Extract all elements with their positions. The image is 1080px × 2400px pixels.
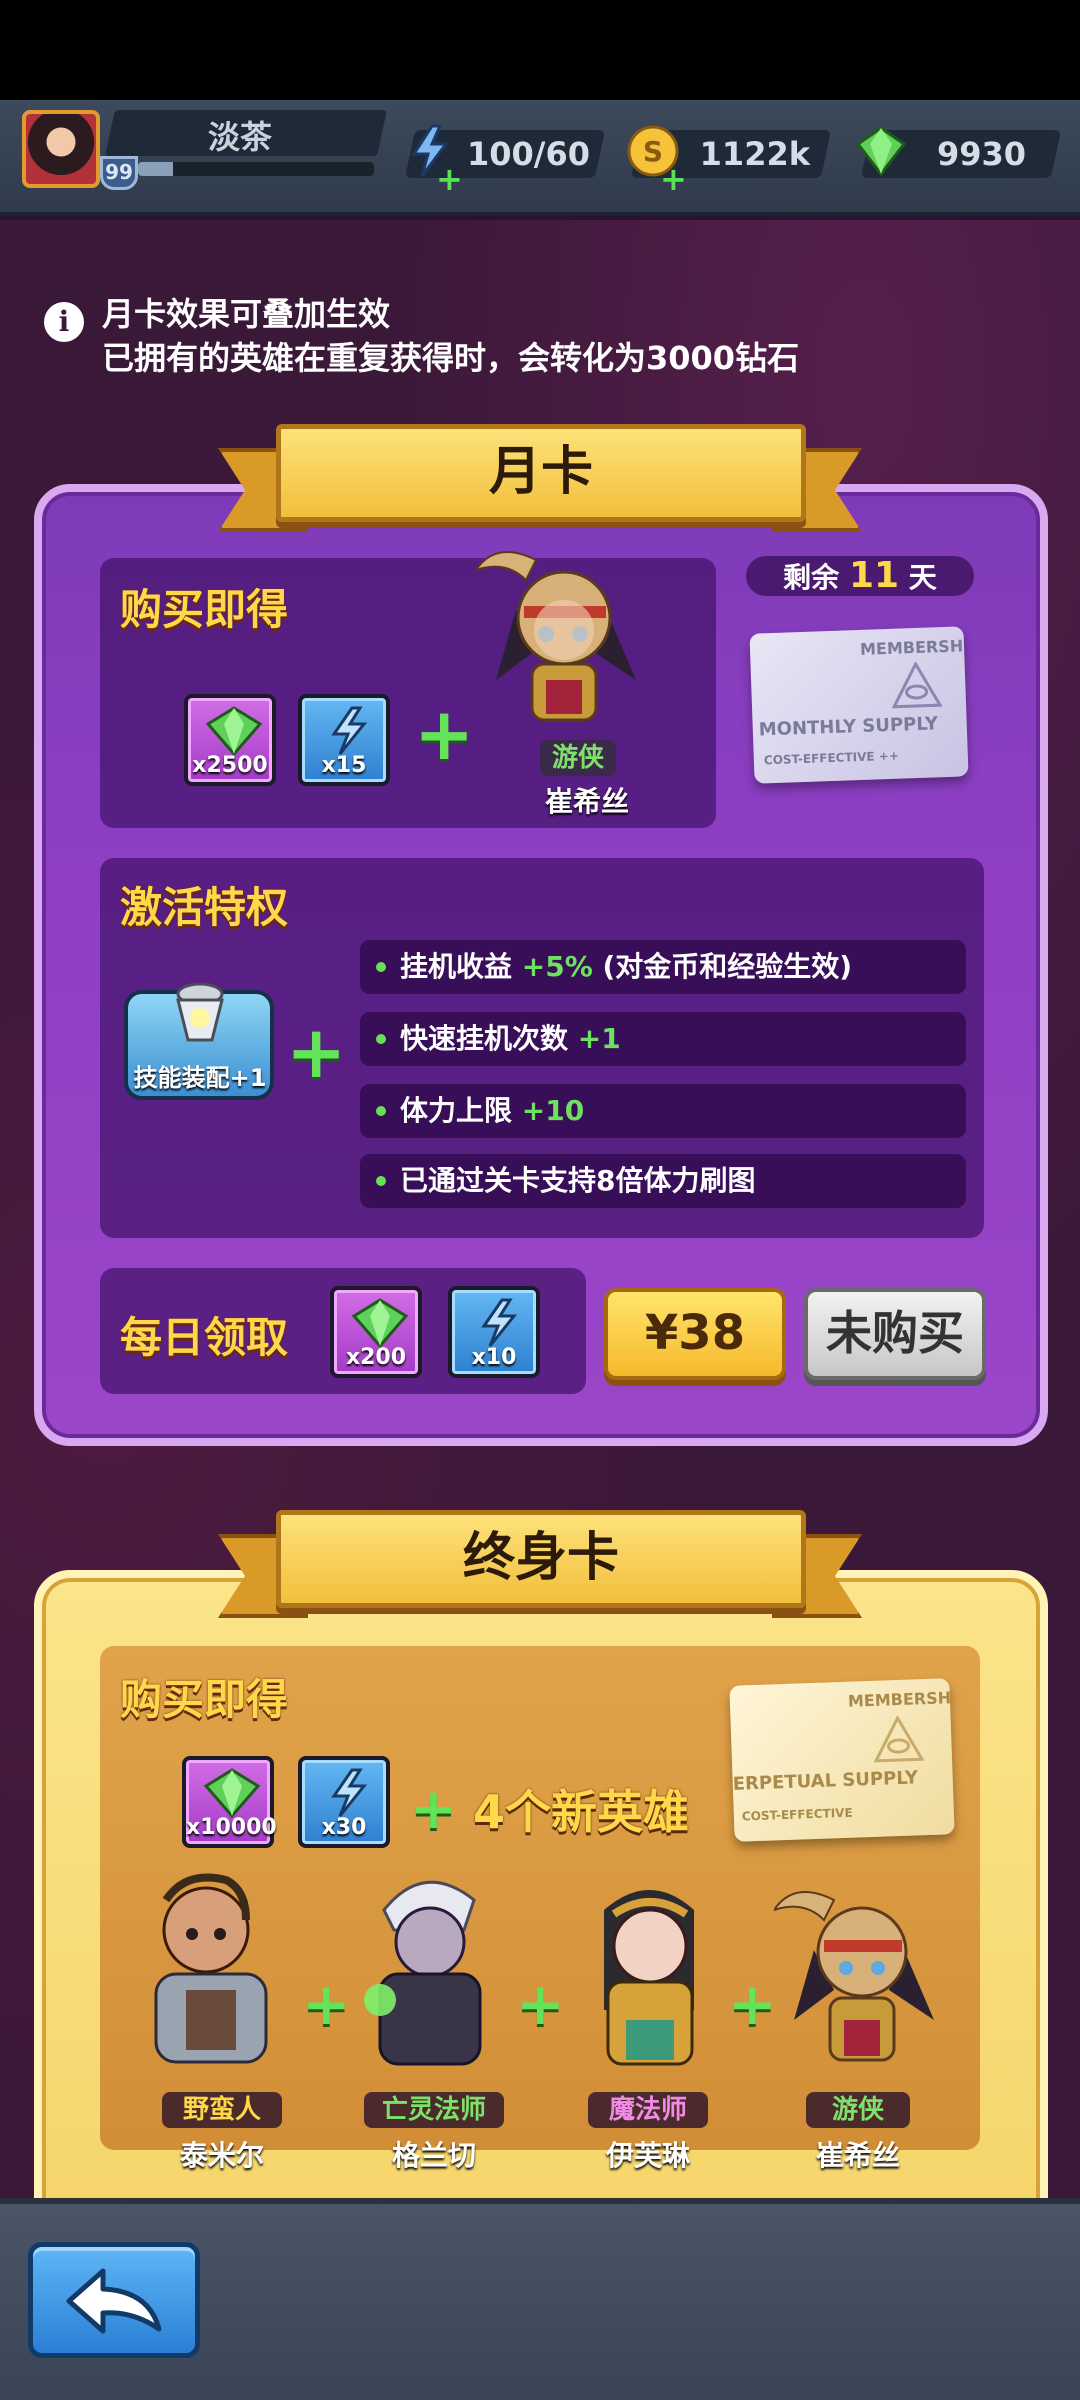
- perk-8x-sweep: 已通过关卡支持8倍体力刷图: [360, 1154, 966, 1208]
- hero-class-barbarian: 野蛮人: [162, 2092, 282, 2128]
- gem-value: 9930: [936, 135, 1026, 173]
- stamina-icon: [331, 706, 368, 755]
- system-status-bar: [0, 0, 1080, 100]
- buy-monthly-button[interactable]: ¥38: [604, 1288, 786, 1380]
- back-button[interactable]: [28, 2242, 200, 2358]
- exp-bar: [138, 162, 374, 176]
- perk-bonus: +1: [577, 1022, 621, 1055]
- monthly-card-title: 月卡: [276, 424, 806, 522]
- new-heroes-label: + 4个新英雄: [410, 1776, 689, 1842]
- hero-name-necromancer: 格兰切: [391, 2139, 476, 2172]
- hero-mage-portrait[interactable]: [564, 1870, 734, 2070]
- new-heroes-text: 4个新英雄: [472, 1785, 689, 1839]
- daily-claim-title: 每日领取: [120, 1313, 289, 1362]
- monthly-membership-card: MEMBERSHI MONTHLY SUPPLY COST-EFFECTIVE …: [749, 626, 969, 784]
- lifetime-card-label-bottom: COST-EFFECTIVE: [741, 1805, 853, 1824]
- player-name: 淡茶: [207, 118, 272, 156]
- eye-triangle-icon: [891, 661, 943, 709]
- privilege-title: 激活特权: [120, 883, 289, 932]
- monthly-purchase-title: 购买即得: [120, 585, 289, 634]
- daily-gem-reward[interactable]: x200: [330, 1286, 422, 1378]
- bullet-dot: [376, 1176, 386, 1186]
- plus-icon: +: [414, 692, 475, 776]
- bullet-dot: [376, 1034, 386, 1044]
- eye-triangle-icon: [873, 1715, 925, 1763]
- skill-slot-icon: [176, 982, 224, 1042]
- monthly-card-label-top: MEMBERSHI: [859, 636, 969, 659]
- gem-icon: [206, 706, 262, 756]
- monthly-gem-reward[interactable]: x2500: [184, 694, 276, 786]
- monthly-gem-qty: x2500: [192, 753, 268, 778]
- player-avatar[interactable]: [22, 110, 100, 188]
- perk-bonus: +5%: [521, 950, 593, 983]
- plus-icon: +: [728, 1970, 777, 2038]
- lifetime-card-label-top: MEMBERSHI: [847, 1687, 955, 1711]
- info-icon: i: [44, 302, 84, 342]
- notice-text: 月卡效果可叠加生效 已拥有的英雄在重复获得时，会转化为3000钻石: [102, 292, 1002, 380]
- player-level: 99: [100, 156, 138, 190]
- hero-necromancer-portrait[interactable]: [344, 1870, 514, 2070]
- skill-slot-label: 技能装配+1: [133, 1064, 267, 1092]
- daily-stamina-qty: x10: [471, 1345, 517, 1370]
- perk-note: (对金币和经验生效): [592, 950, 853, 983]
- hero-barbarian-portrait[interactable]: [126, 1870, 296, 2070]
- back-arrow-icon: [66, 2268, 162, 2334]
- purchase-status-button[interactable]: 未购买: [804, 1288, 986, 1380]
- lifetime-gem-qty: x10000: [186, 1815, 277, 1840]
- bullet-dot: [376, 1106, 386, 1116]
- lifetime-card-title: 终身卡: [276, 1510, 806, 1608]
- lifetime-purchase-title: 购买即得: [120, 1675, 289, 1724]
- stamina-value: 100/60: [466, 135, 590, 173]
- monthly-stamina-qty: x15: [321, 753, 367, 778]
- hero-name-barbarian: 泰米尔: [179, 2139, 264, 2172]
- bullet-dot: [376, 962, 386, 972]
- hero-ranger-portrait[interactable]: [476, 530, 646, 730]
- exp-bar-fill: [138, 162, 174, 176]
- days-suffix: 天: [908, 561, 937, 594]
- perk-idle-income: 挂机收益 +5% (对金币和经验生效): [360, 940, 966, 994]
- monthly-hero-name: 崔希丝: [544, 785, 629, 818]
- perk-bonus: +10: [521, 1094, 585, 1127]
- perk-quick-idle: 快速挂机次数 +1: [360, 1012, 966, 1066]
- daily-gem-qty: x200: [345, 1345, 407, 1370]
- top-resource-bar: 淡茶 99 + 100/60 S + 1122k 9930: [0, 100, 1080, 216]
- plus-icon: +: [516, 1970, 565, 2038]
- perk-text: 已通过关卡支持8倍体力刷图: [400, 1164, 756, 1197]
- lifetime-gem-reward[interactable]: x10000: [182, 1756, 277, 1848]
- plus-icon: +: [410, 1777, 457, 1842]
- days-remaining: 剩余 11 天: [746, 556, 974, 596]
- days-prefix: 剩余: [783, 561, 840, 594]
- monthly-stamina-reward[interactable]: x15: [298, 694, 390, 786]
- stamina-icon: [481, 1298, 518, 1347]
- hero-name-ranger: 崔希丝: [815, 2139, 900, 2172]
- perk-text: 挂机收益: [400, 950, 522, 983]
- hero-class-necromancer: 亡灵法师: [364, 2092, 504, 2128]
- lifetime-stamina-reward[interactable]: x30: [298, 1756, 390, 1848]
- lifetime-card-label-main: ERPETUAL SUPPLY: [732, 1767, 919, 1795]
- lifetime-membership-card: MEMBERSHI ERPETUAL SUPPLY COST-EFFECTIVE: [729, 1678, 955, 1842]
- days-value: 11: [848, 555, 900, 596]
- monthly-card-label-bottom: COST-EFFECTIVE ++: [763, 748, 900, 768]
- perk-stamina-cap: 体力上限 +10: [360, 1084, 966, 1138]
- monthly-hero-class: 游侠: [540, 740, 617, 776]
- gem-icon: [204, 1768, 260, 1818]
- hero-class-ranger: 游侠: [806, 2092, 910, 2128]
- hero-name-mage: 伊芙琳: [605, 2139, 690, 2172]
- monthly-card-label-main: MONTHLY SUPPLY: [758, 713, 939, 741]
- hero-ranger-portrait[interactable]: [774, 1870, 944, 2070]
- perk-text: 体力上限: [400, 1094, 522, 1127]
- gold-value: 1122k: [699, 135, 810, 173]
- daily-stamina-reward[interactable]: x10: [448, 1286, 540, 1378]
- notice-line-2: 已拥有的英雄在重复获得时，会转化为3000钻石: [102, 339, 800, 377]
- plus-icon: +: [302, 1970, 351, 2038]
- gem-icon: [352, 1298, 408, 1348]
- perk-text: 快速挂机次数: [400, 1022, 578, 1055]
- notice-line-1: 月卡效果可叠加生效: [102, 295, 391, 333]
- lifetime-stamina-qty: x30: [321, 1815, 367, 1840]
- hero-class-mage: 魔法师: [588, 2092, 708, 2128]
- stamina-icon: [331, 1768, 368, 1817]
- plus-icon: +: [286, 1010, 347, 1094]
